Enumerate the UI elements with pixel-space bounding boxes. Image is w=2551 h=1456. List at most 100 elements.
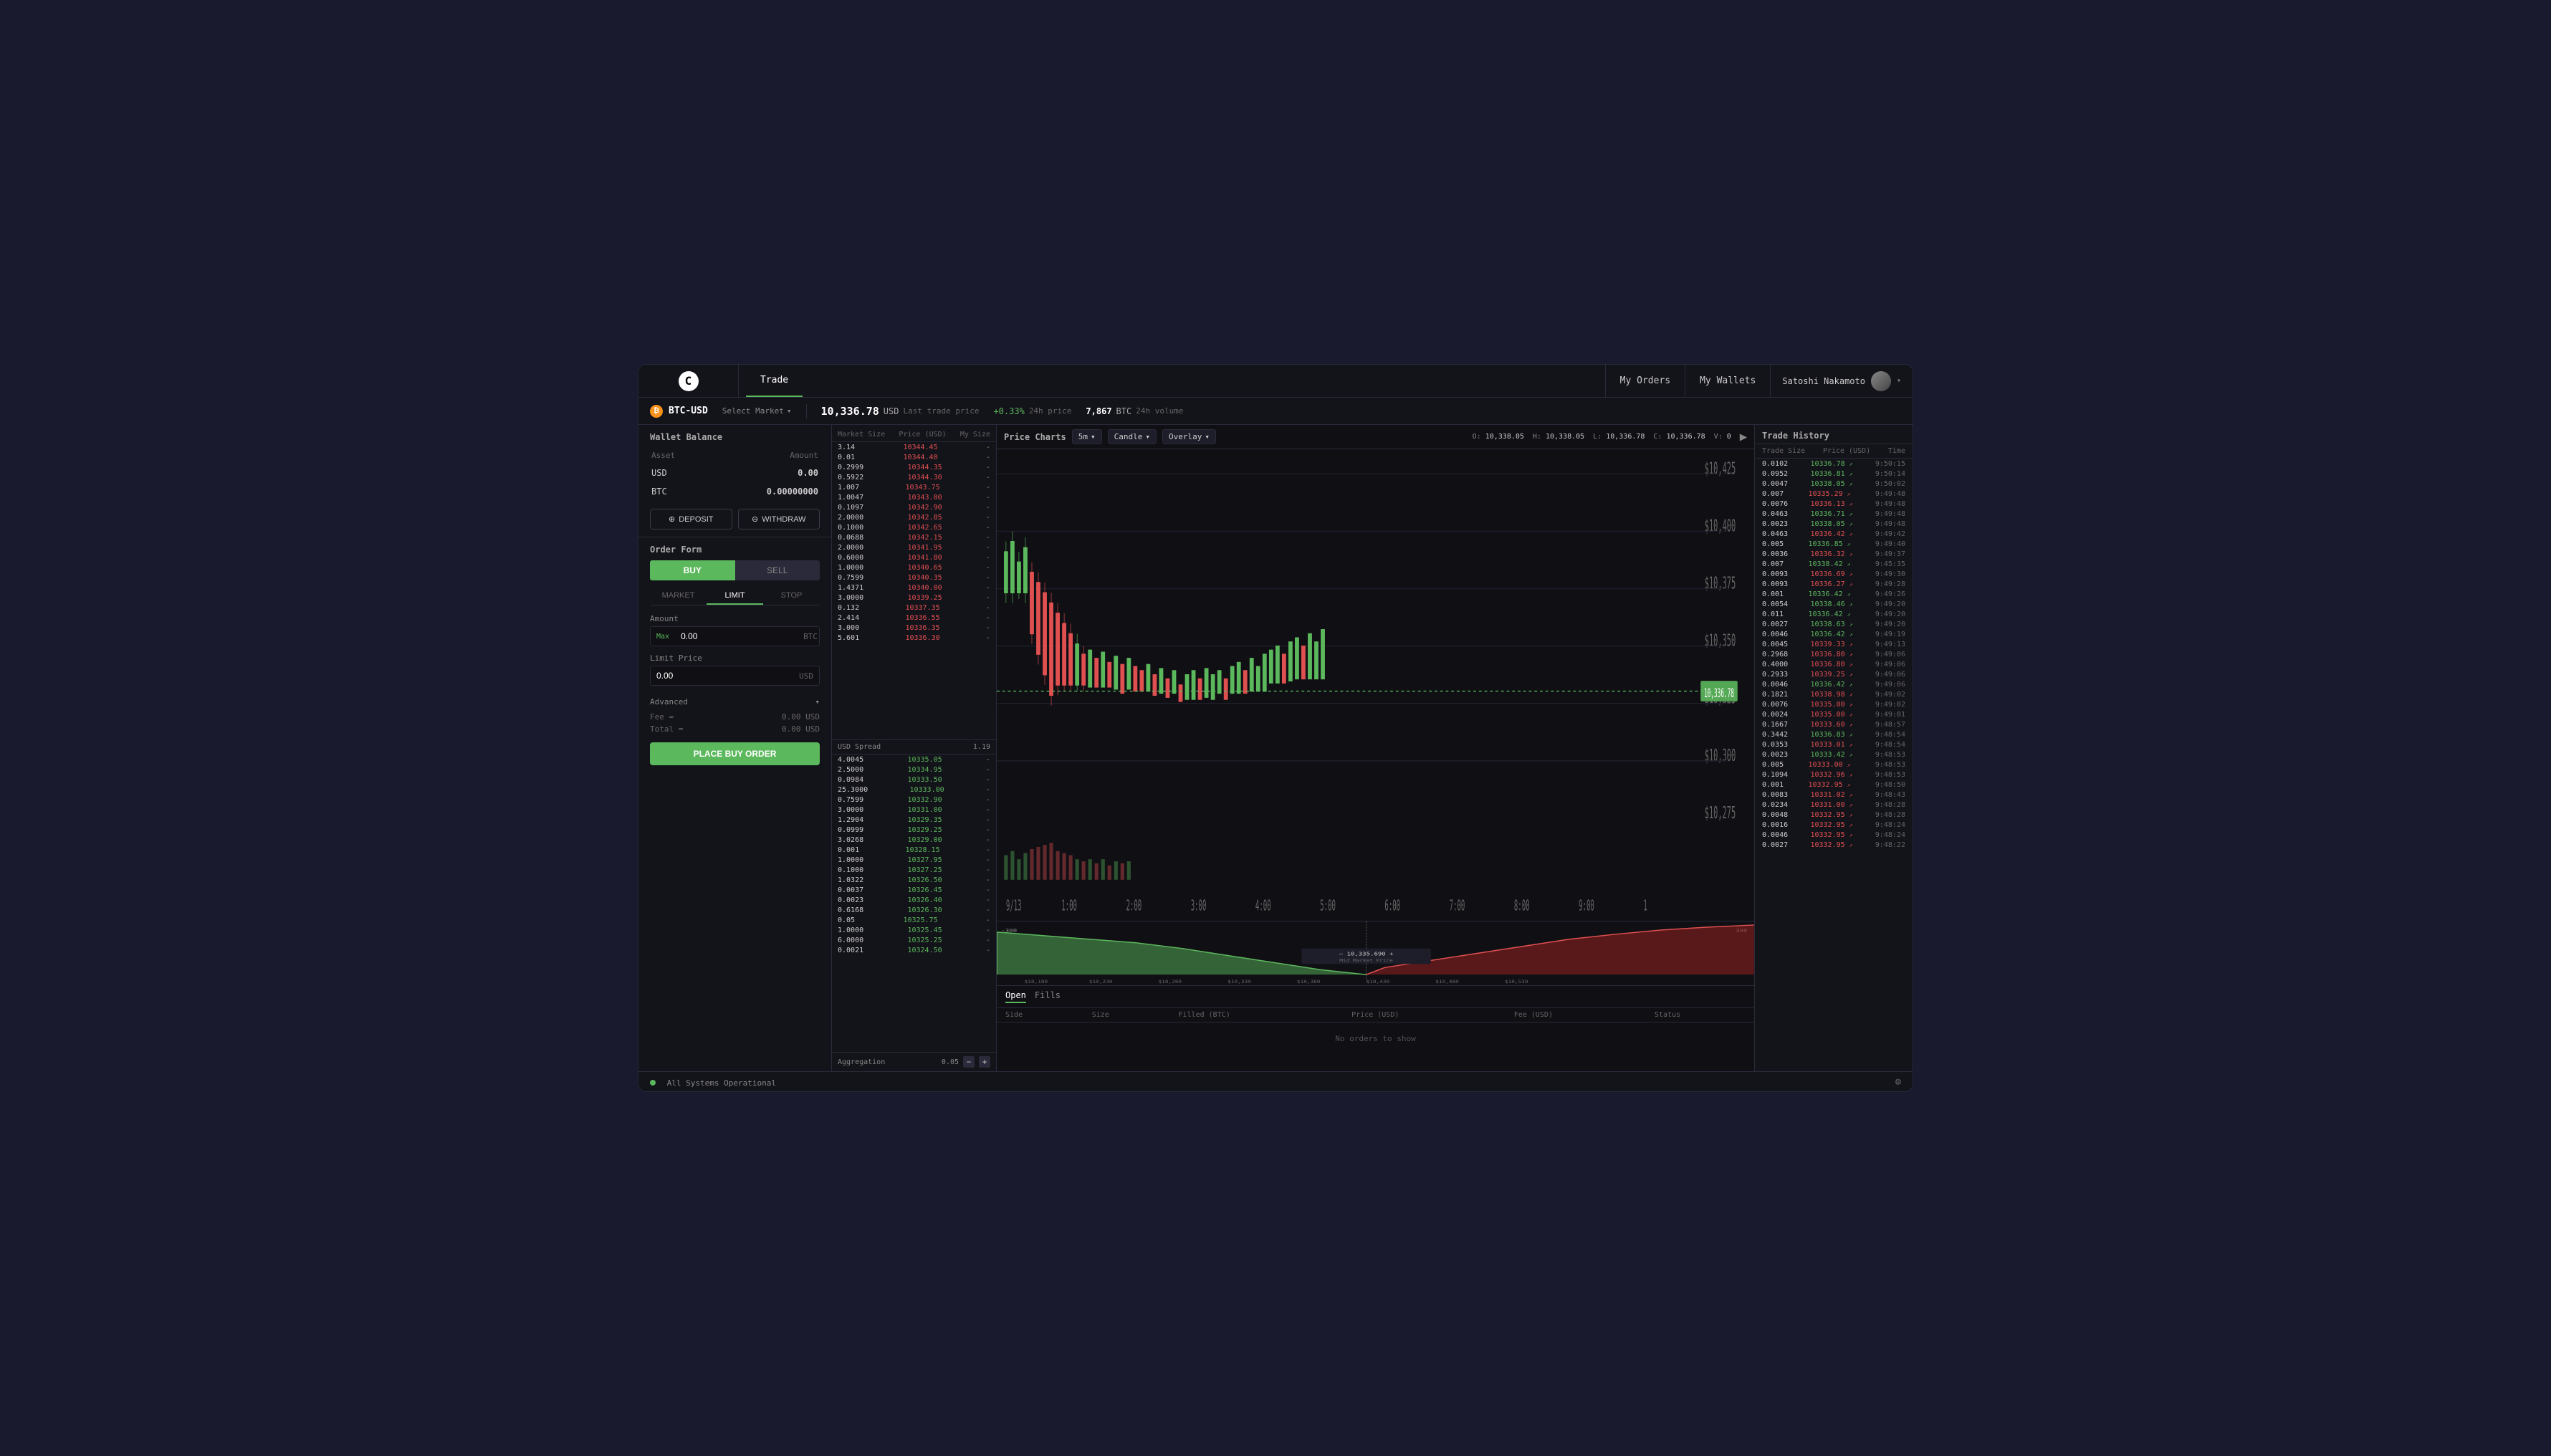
wallet-row-btc: BTC 0.00000000 bbox=[640, 483, 830, 500]
stop-order-tab[interactable]: STOP bbox=[763, 588, 820, 605]
open-orders: Open Fills Side Size Filled (BTC) Price … bbox=[997, 985, 1754, 1071]
order-book-sell-row[interactable]: 3.1410344.45- bbox=[832, 442, 996, 452]
aggregation-minus-button[interactable]: − bbox=[963, 1056, 975, 1068]
select-market-button[interactable]: Select Market ▾ bbox=[722, 406, 792, 416]
order-book-sell-row[interactable]: 3.00010336.35- bbox=[832, 623, 996, 633]
order-book-buy-row[interactable]: 0.616810326.30- bbox=[832, 905, 996, 915]
advanced-toggle[interactable]: Advanced ▾ bbox=[650, 693, 820, 711]
price-change-stat: +0.33% 24h price bbox=[993, 406, 1071, 416]
spread-value: 1.19 bbox=[973, 743, 990, 751]
deposit-button[interactable]: ⊕ DEPOSIT bbox=[650, 509, 732, 530]
wallet-usd-asset: USD bbox=[640, 464, 712, 482]
chevron-down-icon: ▾ bbox=[1897, 377, 1901, 385]
svg-text:$10,530: $10,530 bbox=[1505, 980, 1528, 985]
amount-input[interactable] bbox=[675, 627, 798, 646]
buy-button[interactable]: BUY bbox=[650, 560, 735, 580]
chart-expand-button[interactable]: ▶ bbox=[1740, 431, 1747, 443]
order-book-buy-row[interactable]: 0.003710326.45- bbox=[832, 885, 996, 895]
order-book-buy-row[interactable]: 0.099910329.25- bbox=[832, 825, 996, 835]
order-book-buy-row[interactable]: 4.004510335.05- bbox=[832, 755, 996, 765]
limit-price-input[interactable] bbox=[651, 666, 793, 685]
svg-text:8:00: 8:00 bbox=[1514, 898, 1530, 914]
order-book-sell-row[interactable]: 0.13210337.35- bbox=[832, 603, 996, 613]
aggregation-plus-button[interactable]: + bbox=[979, 1056, 990, 1068]
chevron-down-icon: ▾ bbox=[787, 406, 792, 416]
logo-icon[interactable]: C bbox=[679, 371, 699, 391]
order-book-sell-row[interactable]: 0.299910344.35- bbox=[832, 462, 996, 472]
order-book-buy-row[interactable]: 1.000010325.45- bbox=[832, 925, 996, 935]
trade-history-row: 0.344210336.83 ↗9:48:54 bbox=[1755, 729, 1913, 739]
market-order-tab[interactable]: MARKET bbox=[650, 588, 707, 605]
ob-col-size: Market Size bbox=[838, 431, 885, 439]
order-book-sell-row[interactable]: 0.100010342.65- bbox=[832, 522, 996, 532]
svg-text:$10,400: $10,400 bbox=[1705, 517, 1736, 536]
trade-history-header: Trade History bbox=[1755, 425, 1913, 444]
tab-trade[interactable]: Trade bbox=[746, 365, 803, 397]
order-book-buy-row[interactable]: 0.002110324.50- bbox=[832, 945, 996, 955]
wallet-col-amount: Amount bbox=[714, 448, 830, 463]
order-book-buy-row[interactable]: 0.0510325.75- bbox=[832, 915, 996, 925]
place-order-button[interactable]: PLACE BUY ORDER bbox=[650, 742, 820, 765]
trade-history-row: 0.005410338.46 ↗9:49:20 bbox=[1755, 599, 1913, 609]
order-book-buy-row[interactable]: 6.000010325.25- bbox=[832, 935, 996, 945]
sell-button[interactable]: SELL bbox=[735, 560, 820, 580]
order-book-buy-row[interactable]: 1.032210326.50- bbox=[832, 875, 996, 885]
chart-type-selector[interactable]: Candle ▾ bbox=[1108, 429, 1157, 444]
order-book-buy-row[interactable]: 0.002310326.40- bbox=[832, 895, 996, 905]
order-book-sell-row[interactable]: 0.600010341.80- bbox=[832, 552, 996, 562]
svg-text:10,336.78: 10,336.78 bbox=[1704, 687, 1734, 701]
trade-history-row: 0.00710338.42 ↗9:45:35 bbox=[1755, 559, 1913, 569]
trade-history-row: 0.293310339.25 ↗9:49:06 bbox=[1755, 669, 1913, 679]
order-book-buy-row[interactable]: 3.026810329.00- bbox=[832, 835, 996, 845]
trade-history-row: 0.00510333.00 ↗9:48:53 bbox=[1755, 760, 1913, 770]
order-book-buy-row[interactable]: 1.290410329.35- bbox=[832, 815, 996, 825]
svg-text:— 10,335.690 +: — 10,335.690 + bbox=[1339, 951, 1394, 957]
withdraw-button[interactable]: ⊖ WITHDRAW bbox=[738, 509, 820, 530]
svg-text:$10,275: $10,275 bbox=[1705, 805, 1736, 823]
order-book-buy-row[interactable]: 0.100010327.25- bbox=[832, 865, 996, 875]
order-book-sell-row[interactable]: 0.068810342.15- bbox=[832, 532, 996, 542]
tab-fills[interactable]: Fills bbox=[1035, 990, 1061, 1003]
user-menu[interactable]: Satoshi Nakamoto ▾ bbox=[1770, 365, 1913, 397]
limit-order-tab[interactable]: LIMIT bbox=[707, 588, 763, 605]
svg-text:$10,230: $10,230 bbox=[1089, 980, 1113, 985]
limit-price-label: Limit Price bbox=[650, 653, 820, 663]
spread-label: USD Spread bbox=[838, 743, 881, 751]
ohlcv-display: O: 10,338.05 H: 10,338.05 L: 10,336.78 C… bbox=[1473, 433, 1731, 441]
order-book-buy-row[interactable]: 25.300010333.00- bbox=[832, 785, 996, 795]
order-book-sell-row[interactable]: 2.41410336.55- bbox=[832, 613, 996, 623]
max-link[interactable]: Max bbox=[651, 633, 675, 641]
order-book-buy-row[interactable]: 0.098410333.50- bbox=[832, 775, 996, 785]
my-wallets-button[interactable]: My Wallets bbox=[1685, 365, 1770, 397]
order-book-sell-row[interactable]: 0.592210344.30- bbox=[832, 472, 996, 482]
order-book-sell-row[interactable]: 2.000010342.85- bbox=[832, 512, 996, 522]
my-orders-button[interactable]: My Orders bbox=[1605, 365, 1685, 397]
sub-header: ₿ BTC-USD Select Market ▾ 10,336.78 USD … bbox=[638, 398, 1913, 425]
order-book-sell-row[interactable]: 1.000010340.65- bbox=[832, 562, 996, 573]
timeframe-selector[interactable]: 5m ▾ bbox=[1072, 429, 1102, 444]
order-book-sell-row[interactable]: 0.759910340.35- bbox=[832, 573, 996, 583]
svg-text:$10,280: $10,280 bbox=[1159, 980, 1182, 985]
order-book-sell-row[interactable]: 1.00710343.75- bbox=[832, 482, 996, 492]
order-book-sell-row[interactable]: 1.004710343.00- bbox=[832, 492, 996, 502]
trade-history-row: 0.035310333.01 ↗9:48:54 bbox=[1755, 739, 1913, 749]
trade-history-row: 0.003610336.32 ↗9:49:37 bbox=[1755, 549, 1913, 559]
order-book-sell-row[interactable]: 0.109710342.90- bbox=[832, 502, 996, 512]
settings-icon[interactable]: ⚙ bbox=[1895, 1076, 1901, 1088]
status-dot bbox=[650, 1080, 656, 1086]
order-book-sell-row[interactable]: 0.0110344.40- bbox=[832, 452, 996, 462]
order-book-buy-row[interactable]: 0.00110328.15- bbox=[832, 845, 996, 855]
trade-history-row: 0.002710338.63 ↗9:49:20 bbox=[1755, 619, 1913, 629]
price-change-value: +0.33% bbox=[993, 406, 1024, 416]
overlay-selector[interactable]: Overlay ▾ bbox=[1162, 429, 1216, 444]
order-book-sell-row[interactable]: 5.60110336.30- bbox=[832, 633, 996, 643]
order-book-buy-row[interactable]: 0.759910332.90- bbox=[832, 795, 996, 805]
price-chart-area: Price Charts 5m ▾ Candle ▾ Overlay ▾ O: … bbox=[997, 425, 1755, 1071]
order-book-sell-row[interactable]: 2.000010341.95- bbox=[832, 542, 996, 552]
order-book-sell-row[interactable]: 1.437110340.00- bbox=[832, 583, 996, 593]
order-book-buy-row[interactable]: 2.500010334.95- bbox=[832, 765, 996, 775]
order-book-buy-row[interactable]: 1.000010327.95- bbox=[832, 855, 996, 865]
order-book-sell-row[interactable]: 3.000010339.25- bbox=[832, 593, 996, 603]
tab-open-orders[interactable]: Open bbox=[1005, 990, 1026, 1003]
order-book-buy-row[interactable]: 3.000010331.00- bbox=[832, 805, 996, 815]
